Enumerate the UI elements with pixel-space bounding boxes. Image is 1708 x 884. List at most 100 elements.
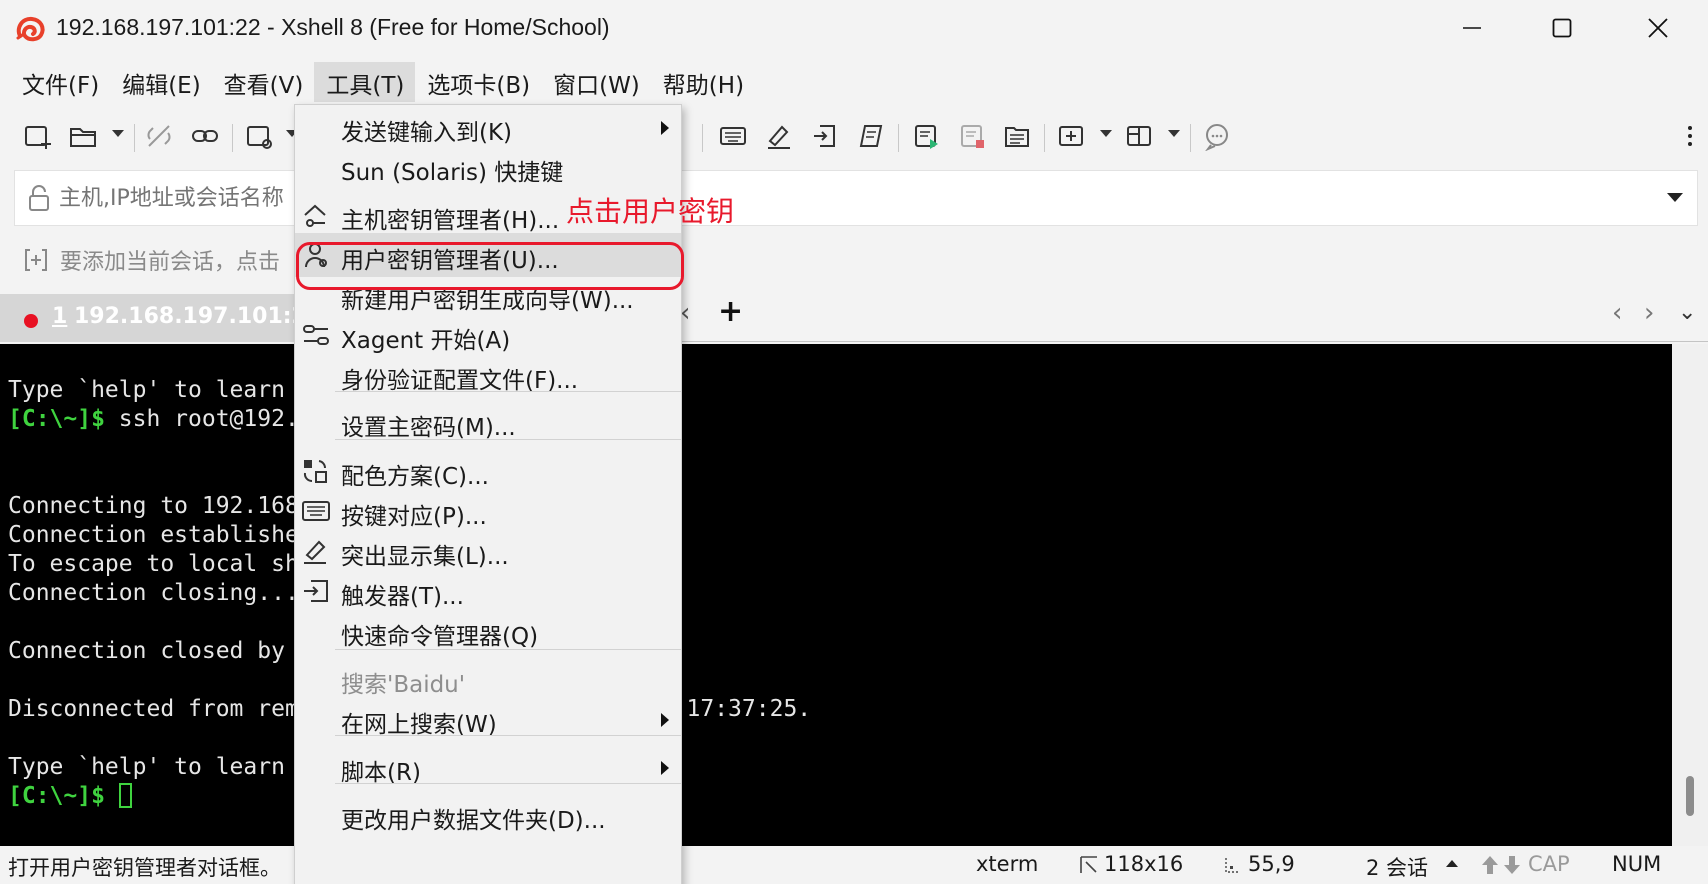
terminal-size: 118x16 [1104, 852, 1184, 876]
terminal-text: Type `help' to learn [8, 377, 285, 403]
terminal-text: Connection closed by [8, 638, 285, 664]
sessions-up-icon[interactable] [1446, 860, 1458, 867]
minimize-icon [1463, 27, 1481, 29]
terminal-text: ssh root@192. [104, 406, 299, 432]
menu-window[interactable]: 窗口(W) [541, 62, 651, 102]
add-tab-button[interactable]: + [718, 294, 743, 329]
tools-menu-item-label: 更改用户数据文件夹(D)... [341, 808, 606, 834]
minimize-button[interactable] [1432, 8, 1512, 48]
tools-menu-item-label: 搜索'Baidu' [341, 672, 466, 698]
compose-button[interactable] [998, 118, 1036, 154]
connect-button[interactable] [186, 118, 224, 154]
tools-menu-item-label: 触发器(T)... [341, 584, 464, 610]
stop-command-button[interactable] [954, 118, 992, 154]
disconnect-button[interactable] [140, 118, 178, 154]
stop-icon [961, 125, 984, 148]
run-icon [915, 125, 938, 149]
tab-session-1[interactable]: 1 192.168.197.101:22 [0, 294, 322, 342]
scrollbar-thumb[interactable] [1686, 776, 1694, 816]
maximize-button[interactable] [1522, 8, 1602, 48]
tools-menu-item[interactable]: 设置主密码(M)... [295, 400, 681, 444]
trigger-icon [814, 125, 835, 147]
tools-menu-item[interactable]: 按键对应(P)... [295, 489, 681, 533]
layout-dropdown-icon[interactable] [1168, 130, 1180, 137]
script-button[interactable] [852, 118, 890, 154]
disconnected-status-dot [24, 314, 38, 328]
session-properties-button[interactable] [240, 118, 278, 154]
xshell-logo-icon [16, 16, 45, 42]
tab-scroll-left-icon[interactable]: ‹ [1612, 298, 1622, 328]
tools-menu-item[interactable]: 发送键输入到(K) [295, 105, 681, 149]
tools-menu-item[interactable]: Sun (Solaris) 快捷键 [295, 145, 681, 189]
toolbar-overflow-button[interactable] [1680, 118, 1700, 154]
tools-menu-item-label: 在网上搜索(W) [341, 712, 497, 738]
session-tab-strip: 1 192.168.197.101:22 ‹ + ‹ › ⌄ [0, 290, 1708, 342]
tools-menu-item: 搜索'Baidu' [295, 657, 681, 701]
tab-list-chevron-down-icon[interactable]: ⌄ [1678, 300, 1696, 325]
highlight-button[interactable] [760, 118, 798, 154]
close-button[interactable] [1618, 8, 1698, 48]
chat-bubble-icon [1205, 124, 1228, 151]
tools-menu-item[interactable]: 配色方案(C)... [295, 449, 681, 493]
terminal-scrollbar[interactable] [1672, 344, 1708, 846]
address-history-dropdown-icon[interactable] [1667, 193, 1683, 202]
open-dropdown-icon[interactable] [112, 130, 124, 137]
status-message: 打开用户密钥管理者对话框。 [8, 856, 281, 880]
tools-menu-item-label: Sun (Solaris) 快捷键 [341, 160, 564, 186]
chat-button[interactable] [1198, 118, 1236, 154]
tools-menu-item[interactable]: 触发器(T)... [295, 569, 681, 613]
tools-menu-item[interactable]: 快速命令管理器(Q) [295, 609, 681, 653]
more-vertical-icon [1688, 126, 1692, 146]
new-session-button[interactable] [18, 118, 56, 154]
menu-tools[interactable]: 工具(T) [314, 62, 416, 102]
menu-bar: 文件(F) 编辑(E) 查看(V) 工具(T) 选项卡(B) 窗口(W) 帮助(… [10, 62, 755, 102]
session-count[interactable]: 2 会话 [1366, 852, 1428, 882]
open-session-button[interactable] [64, 118, 102, 154]
tab-scroll-right-icon[interactable]: › [1644, 298, 1654, 328]
session-settings-icon [247, 126, 272, 149]
new-folder-button[interactable] [1052, 118, 1090, 154]
cursor-position: 55,9 [1248, 852, 1295, 876]
menu-separator [335, 391, 681, 392]
menu-help[interactable]: 帮助(H) [651, 62, 755, 102]
terminal-text: Type `help' to learn [8, 754, 285, 780]
document-lines-icon [1005, 127, 1029, 147]
new-session-icon [25, 126, 51, 149]
run-command-button[interactable] [908, 118, 946, 154]
folder-open-icon [70, 128, 96, 147]
layout-split-icon [1127, 126, 1151, 146]
keyboard-mapping-button[interactable] [714, 118, 752, 154]
terminal-type: xterm [976, 852, 1039, 876]
trigger-button[interactable] [806, 118, 844, 154]
tools-menu-item-label: 主机密钥管理者(H)... [341, 208, 560, 234]
tools-menu-item[interactable]: Xagent 开始(A) [295, 313, 681, 357]
submenu-arrow-icon [661, 713, 669, 727]
menu-separator [335, 439, 681, 440]
menu-separator [335, 783, 681, 784]
new-folder-dropdown-icon[interactable] [1100, 130, 1112, 137]
status-bar: 打开用户密钥管理者对话框。 xterm 118x16 55,9 2 会话 CAP… [0, 846, 1708, 884]
num-lock-indicator: NUM [1612, 852, 1662, 876]
tools-menu-item[interactable]: 更改用户数据文件夹(D)... [295, 793, 681, 837]
menu-view[interactable]: 查看(V) [212, 62, 315, 102]
disconnect-icon [147, 125, 171, 147]
highlight-pen-icon [768, 125, 790, 149]
tools-menu-item-label: 按键对应(P)... [341, 504, 487, 530]
window-title: 192.168.197.101:22 - Xshell 8 (Free for … [56, 14, 610, 40]
tools-menu-item-label: 设置主密码(M)... [341, 415, 516, 441]
menu-tabs[interactable]: 选项卡(B) [415, 62, 541, 102]
address-bar [14, 170, 1698, 226]
tab-label: 192.168.197.101:22 [74, 304, 323, 329]
add-session-icon[interactable] [22, 246, 50, 274]
terminal-cursor [118, 783, 132, 808]
tools-menu-item-label: 脚本(R) [341, 760, 421, 786]
tools-menu-item[interactable]: 突出显示集(L)... [295, 529, 681, 573]
menu-file[interactable]: 文件(F) [10, 62, 110, 102]
menu-edit[interactable]: 编辑(E) [110, 62, 211, 102]
terminal-area[interactable]: Type `help' to learn [C:\~]$ ssh root@192… [0, 344, 1672, 846]
submenu-arrow-icon [661, 121, 669, 135]
layout-button[interactable] [1120, 118, 1158, 154]
color-scheme-icon [301, 457, 331, 485]
toolbar [0, 108, 1708, 164]
